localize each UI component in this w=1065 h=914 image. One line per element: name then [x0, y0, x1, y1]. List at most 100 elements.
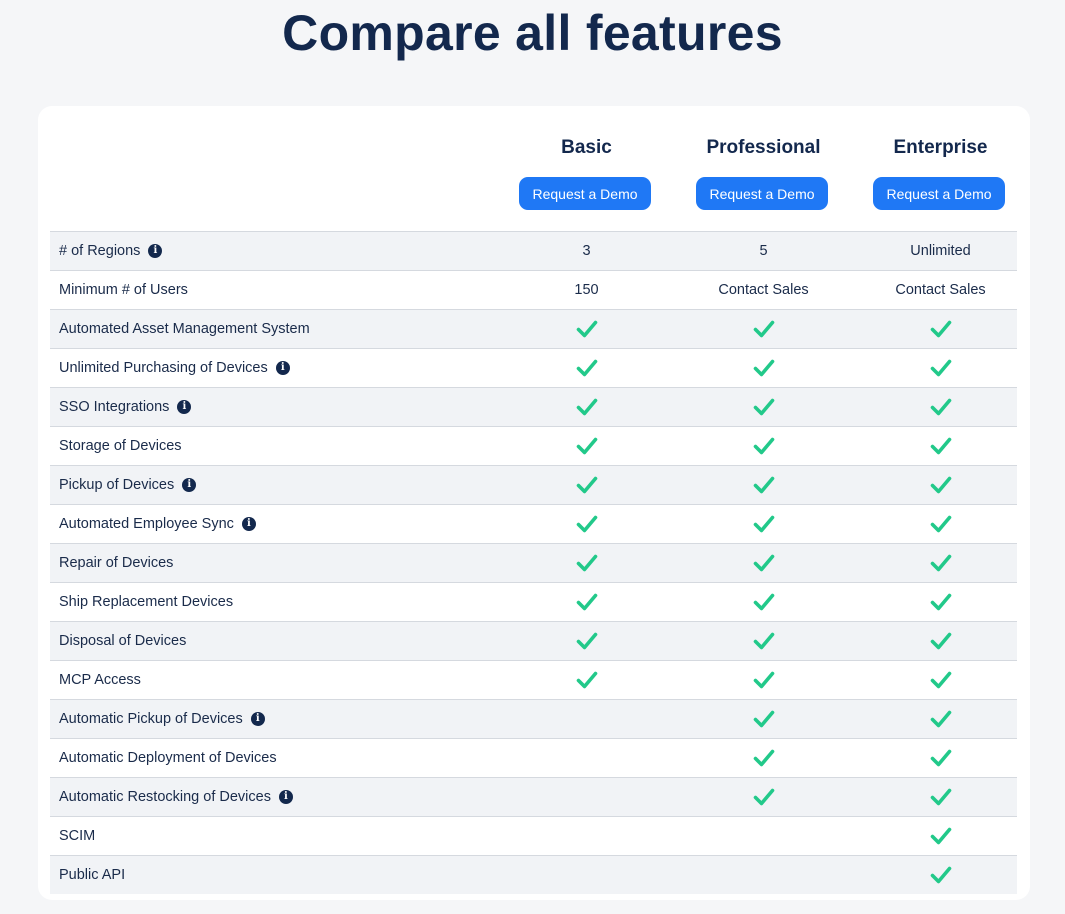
feature-label: Automatic Restocking of Devices: [59, 789, 271, 805]
check-icon: [753, 670, 775, 690]
plan-value: Contact Sales: [718, 282, 809, 298]
plan-value-cell: [498, 388, 675, 426]
plan-value-cell: [852, 505, 1029, 543]
plan-value-cell: [852, 817, 1029, 855]
plan-value-cell: [675, 427, 852, 465]
check-icon: [576, 514, 598, 534]
request-demo-button[interactable]: Request a Demo: [873, 177, 1005, 210]
feature-table: # of Regions i 3 5 Unlimited Minimum # of Use…: [50, 231, 1017, 894]
feature-label-cell: Disposal of Devices: [59, 622, 186, 660]
feature-label-cell: Minimum # of Users: [59, 271, 188, 309]
plan-value-cell: [852, 349, 1029, 387]
feature-label-cell: MCP Access: [59, 661, 141, 699]
plan-value-cell: [498, 427, 675, 465]
plan-value: Contact Sales: [895, 282, 986, 298]
plan-value-cell: [852, 778, 1029, 816]
check-icon: [576, 319, 598, 339]
check-icon: [576, 358, 598, 378]
check-icon: [753, 709, 775, 729]
feature-label: Automatic Deployment of Devices: [59, 750, 277, 766]
feature-label: Minimum # of Users: [59, 282, 188, 298]
feature-comparison-card: Basic Request a Demo Professional Reques…: [38, 106, 1030, 900]
feature-label: Automatic Pickup of Devices: [59, 711, 243, 727]
feature-label-cell: SSO Integrations i: [59, 388, 192, 426]
check-icon: [930, 748, 952, 768]
feature-label-cell: # of Regions i: [59, 232, 163, 270]
request-demo-button[interactable]: Request a Demo: [696, 177, 828, 210]
feature-row: Repair of Devices: [50, 543, 1017, 582]
feature-label-cell: Public API: [59, 856, 125, 894]
plan-value-cell: [498, 856, 675, 894]
feature-label-cell: Automated Asset Management System: [59, 310, 310, 348]
feature-label: Public API: [59, 867, 126, 883]
check-icon: [753, 787, 775, 807]
plan-enterprise: Enterprise Request a Demo: [852, 106, 1029, 231]
plan-value-cell: [498, 310, 675, 348]
info-icon[interactable]: i: [177, 400, 192, 414]
check-icon: [753, 475, 775, 495]
feature-row: Storage of Devices: [50, 426, 1017, 465]
plan-value-cell: [852, 466, 1029, 504]
info-icon[interactable]: i: [275, 361, 290, 375]
info-icon[interactable]: i: [250, 712, 265, 726]
plan-value-cell: [675, 622, 852, 660]
plan-value-cell: [498, 622, 675, 660]
plan-basic: Basic Request a Demo: [498, 106, 675, 231]
plan-value-cell: [675, 349, 852, 387]
info-icon[interactable]: i: [278, 790, 293, 804]
plan-value-cell: 150: [498, 271, 675, 309]
check-icon: [930, 553, 952, 573]
plan-value: 5: [759, 243, 768, 259]
feature-label-cell: Unlimited Purchasing of Devices i: [59, 349, 290, 387]
plan-value-cell: [675, 388, 852, 426]
info-icon[interactable]: i: [241, 517, 256, 531]
info-icon[interactable]: i: [148, 244, 163, 258]
check-icon: [930, 475, 952, 495]
info-icon[interactable]: i: [182, 478, 197, 492]
plan-value-cell: [498, 544, 675, 582]
plan-value-cell: [498, 505, 675, 543]
plan-value-cell: 5: [675, 232, 852, 270]
feature-label: Automated Asset Management System: [59, 321, 310, 337]
feature-row: SSO Integrations i: [50, 387, 1017, 426]
plan-professional: Professional Request a Demo: [675, 106, 852, 231]
plan-value: 3: [582, 243, 591, 259]
check-icon: [930, 631, 952, 651]
plan-value-cell: [852, 583, 1029, 621]
feature-label-cell: SCIM: [59, 817, 95, 855]
check-icon: [576, 631, 598, 651]
feature-label: SSO Integrations: [59, 399, 170, 415]
plan-value-cell: [498, 466, 675, 504]
request-demo-button[interactable]: Request a Demo: [519, 177, 651, 210]
check-icon: [753, 358, 775, 378]
plan-value-cell: [675, 583, 852, 621]
check-icon: [576, 475, 598, 495]
plan-name: Enterprise: [893, 137, 988, 158]
feature-row: Public API: [50, 855, 1017, 894]
plan-name: Basic: [561, 137, 612, 158]
plan-value-cell: [675, 544, 852, 582]
check-icon: [576, 436, 598, 456]
plan-value-cell: [852, 388, 1029, 426]
feature-label: Storage of Devices: [59, 438, 182, 454]
feature-row: SCIM: [50, 816, 1017, 855]
feature-label: Ship Replacement Devices: [59, 594, 234, 610]
feature-row: Ship Replacement Devices: [50, 582, 1017, 621]
plan-value-cell: Contact Sales: [675, 271, 852, 309]
check-icon: [753, 514, 775, 534]
feature-label-cell: Storage of Devices: [59, 427, 182, 465]
plan-name: Professional: [706, 137, 821, 158]
feature-row: MCP Access: [50, 660, 1017, 699]
feature-row: Automatic Pickup of Devices i: [50, 699, 1017, 738]
check-icon: [930, 319, 952, 339]
check-icon: [576, 592, 598, 612]
plan-value-cell: [498, 583, 675, 621]
plan-value-cell: [498, 349, 675, 387]
feature-label: MCP Access: [59, 672, 141, 688]
feature-label: Automated Employee Sync: [59, 516, 234, 532]
plan-value-cell: [675, 505, 852, 543]
plan-value-cell: [675, 310, 852, 348]
feature-label: SCIM: [59, 828, 96, 844]
plan-value-cell: [852, 544, 1029, 582]
plan-value-cell: [852, 310, 1029, 348]
